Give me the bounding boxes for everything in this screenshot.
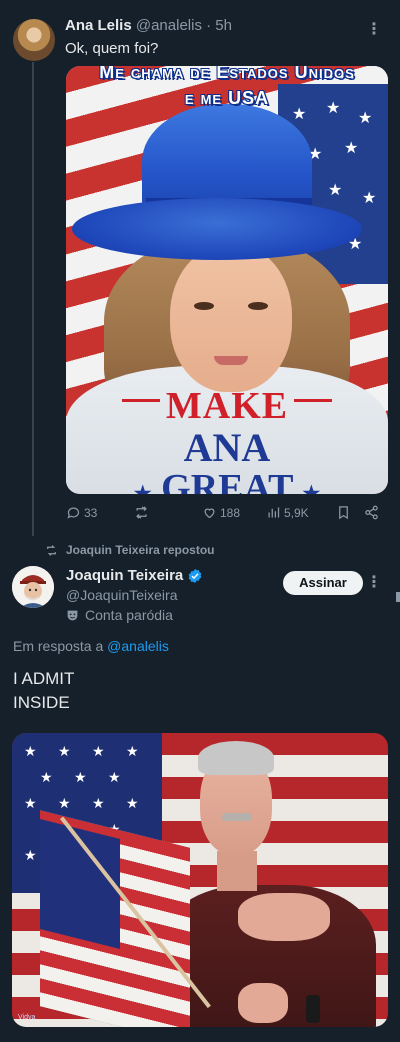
retweet-icon: [136, 506, 147, 519]
watermark: Vidya: [18, 1014, 36, 1021]
share-icon: [365, 505, 378, 520]
more-icon[interactable]: ⋮: [366, 572, 382, 592]
make-text: MAKE: [165, 385, 289, 427]
tweet-text-line1: I ADMIT: [13, 669, 75, 688]
reply-count: 33: [84, 505, 98, 520]
tweet-text: I ADMIT INSIDE: [13, 667, 74, 715]
man-mustache: [222, 813, 252, 821]
great-word: GREAT: [161, 467, 293, 494]
retweet-icon: [47, 544, 56, 556]
tweet-image[interactable]: ★★★★ ★★★ ★★★★ ★★★ ★★★★ Vidya: [12, 733, 388, 1027]
hand-holding-flag: [238, 983, 288, 1023]
face: [170, 244, 292, 392]
cartoon-avatar-icon: [12, 566, 54, 608]
man-hair: [198, 741, 274, 775]
hand-on-heart: [238, 893, 330, 941]
bookmark-icon: [339, 506, 348, 520]
avatar[interactable]: [13, 19, 55, 61]
tweet-image[interactable]: ★★★ ★★ ★★★ ★★ Me chama de Estados Unidos…: [66, 66, 388, 494]
verified-icon[interactable]: [187, 568, 203, 584]
parody-label: Conta paródia: [66, 607, 173, 623]
subscribe-button[interactable]: Assinar: [283, 571, 363, 595]
eye: [194, 302, 214, 310]
original-tweet[interactable]: Ana Lelis @analelis · 5h ⋮ Ok, quem foi?…: [0, 0, 400, 536]
tweet-header: Ana Lelis @analelis · 5h: [65, 17, 232, 34]
reply-context: Em resposta a @analelis: [13, 638, 169, 654]
like-icon: [204, 508, 215, 519]
author-handle[interactable]: @analelis: [136, 17, 202, 34]
tweet-text-line2: INSIDE: [13, 693, 70, 712]
parody-mask-icon: [67, 610, 78, 620]
great-text: ★ GREAT ★: [66, 466, 388, 494]
share-button[interactable]: [364, 505, 379, 520]
avatar[interactable]: [12, 566, 54, 608]
repost-label: Joaquin Teixeira repostou: [66, 543, 215, 557]
reply-handle-link[interactable]: @analelis: [107, 638, 169, 654]
parody-text: Conta paródia: [85, 607, 173, 623]
thread-connector-line: [32, 62, 34, 536]
bookmark-button[interactable]: [336, 505, 351, 520]
views-button[interactable]: 5,9K: [266, 505, 309, 520]
author-name[interactable]: Ana Lelis: [65, 17, 132, 34]
reply-button[interactable]: 33: [66, 505, 97, 520]
reply-icon: [67, 507, 80, 519]
author-handle[interactable]: @JoaquinTeixeira: [66, 587, 178, 603]
views-icon: [268, 507, 280, 518]
wristwatch: [306, 995, 320, 1023]
meme-caption-line1: Me chama de Estados Unidos: [99, 66, 355, 82]
scrollbar[interactable]: [396, 592, 400, 602]
tweet-time[interactable]: · 5h: [206, 17, 232, 34]
man-neck: [217, 851, 257, 891]
retweet-button[interactable]: [134, 505, 152, 520]
tweet-text: Ok, quem foi?: [65, 40, 159, 57]
ana-text: ANA: [183, 425, 271, 470]
eye: [248, 302, 268, 310]
like-button[interactable]: 188: [202, 505, 240, 520]
mouth: [214, 356, 248, 365]
cowboy-hat-brim: [72, 198, 362, 260]
author-name-row: Joaquin Teixeira: [66, 567, 203, 584]
meme-caption-line2: e me USA: [184, 88, 270, 108]
repost-indicator[interactable]: Joaquin Teixeira repostou: [45, 543, 214, 557]
more-icon[interactable]: ⋮: [366, 19, 382, 39]
views-count: 5,9K: [284, 505, 309, 520]
like-count: 188: [220, 505, 241, 520]
tweet-actions: 33 188 5,9K: [66, 505, 382, 523]
reply-prefix: Em resposta a: [13, 638, 104, 654]
author-name[interactable]: Joaquin Teixeira: [66, 567, 183, 584]
